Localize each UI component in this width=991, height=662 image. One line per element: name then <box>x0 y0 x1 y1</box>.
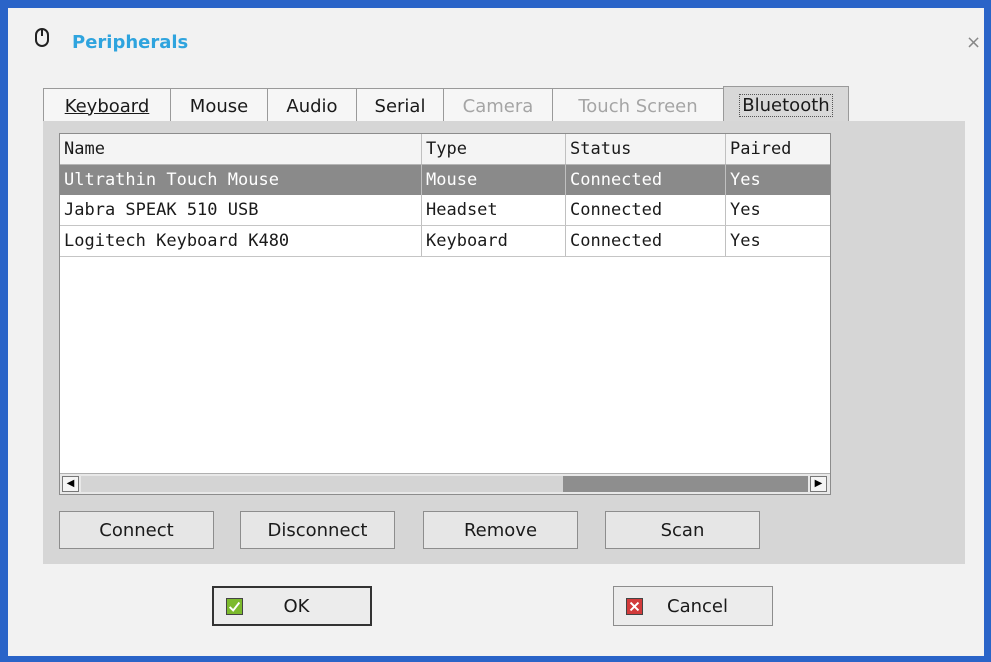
tab-camera: Camera <box>443 88 553 124</box>
column-header-name[interactable]: Name <box>60 134 422 164</box>
ok-button[interactable]: OK <box>212 586 372 626</box>
device-type: Mouse <box>422 165 566 195</box>
table-row[interactable]: Jabra SPEAK 510 USB Headset Connected Ye… <box>60 195 830 226</box>
tab-serial[interactable]: Serial <box>356 88 444 124</box>
horizontal-scrollbar[interactable]: ◀ ▶ <box>60 473 830 494</box>
tab-keyboard[interactable]: Keyboard <box>43 88 171 124</box>
scroll-left-arrow-icon[interactable]: ◀ <box>62 476 79 492</box>
device-table: Name Type Status Paired Ultrathin Touch … <box>59 133 831 495</box>
mouse-icon <box>35 28 49 47</box>
x-icon <box>626 597 643 615</box>
column-header-type[interactable]: Type <box>422 134 566 164</box>
tab-bluetooth[interactable]: Bluetooth <box>723 86 849 124</box>
checkmark-icon <box>226 597 243 615</box>
disconnect-button[interactable]: Disconnect <box>240 511 395 549</box>
peripherals-dialog: Peripherals × Keyboard Mouse Audio Seria… <box>8 8 984 656</box>
scroll-track[interactable] <box>81 476 563 492</box>
dialog-title: Peripherals <box>72 32 189 53</box>
tab-label: Keyboard <box>64 95 150 117</box>
scroll-thumb[interactable] <box>563 476 808 492</box>
device-name: Logitech Keyboard K480 <box>60 226 422 256</box>
device-status: Connected <box>566 195 726 225</box>
scan-button[interactable]: Scan <box>605 511 760 549</box>
device-paired: Yes <box>730 231 761 251</box>
device-type: Headset <box>422 195 566 225</box>
tab-label: Camera <box>462 95 534 117</box>
device-name: Ultrathin Touch Mouse <box>60 165 422 195</box>
cancel-label: Cancel <box>667 595 728 617</box>
scroll-right-arrow-icon[interactable]: ▶ <box>810 476 827 492</box>
tab-label: Audio <box>286 95 338 117</box>
device-type: Keyboard <box>422 226 566 256</box>
remove-button[interactable]: Remove <box>423 511 578 549</box>
tab-label: Touch Screen <box>578 95 698 117</box>
tab-label: Bluetooth <box>739 94 833 117</box>
cancel-button[interactable]: Cancel <box>613 586 773 626</box>
table-header: Name Type Status Paired <box>60 134 830 165</box>
table-row[interactable]: Logitech Keyboard K480 Keyboard Connecte… <box>60 226 830 257</box>
device-paired: Yes <box>730 200 761 220</box>
device-status: Connected <box>566 226 726 256</box>
device-status: Connected <box>566 165 726 195</box>
device-paired: Yes <box>730 170 761 190</box>
close-icon[interactable]: × <box>966 32 981 53</box>
tab-label: Serial <box>374 95 426 117</box>
device-name: Jabra SPEAK 510 USB <box>60 195 422 225</box>
tab-label: Mouse <box>189 95 249 117</box>
column-header-status[interactable]: Status <box>566 134 726 164</box>
tab-audio[interactable]: Audio <box>267 88 357 124</box>
table-row[interactable]: Ultrathin Touch Mouse Mouse Connected Ye… <box>60 165 830 195</box>
connect-button[interactable]: Connect <box>59 511 214 549</box>
tab-mouse[interactable]: Mouse <box>170 88 268 124</box>
ok-label: OK <box>283 595 310 617</box>
column-header-paired[interactable]: Paired <box>726 134 830 164</box>
tab-touch-screen: Touch Screen <box>552 88 724 124</box>
